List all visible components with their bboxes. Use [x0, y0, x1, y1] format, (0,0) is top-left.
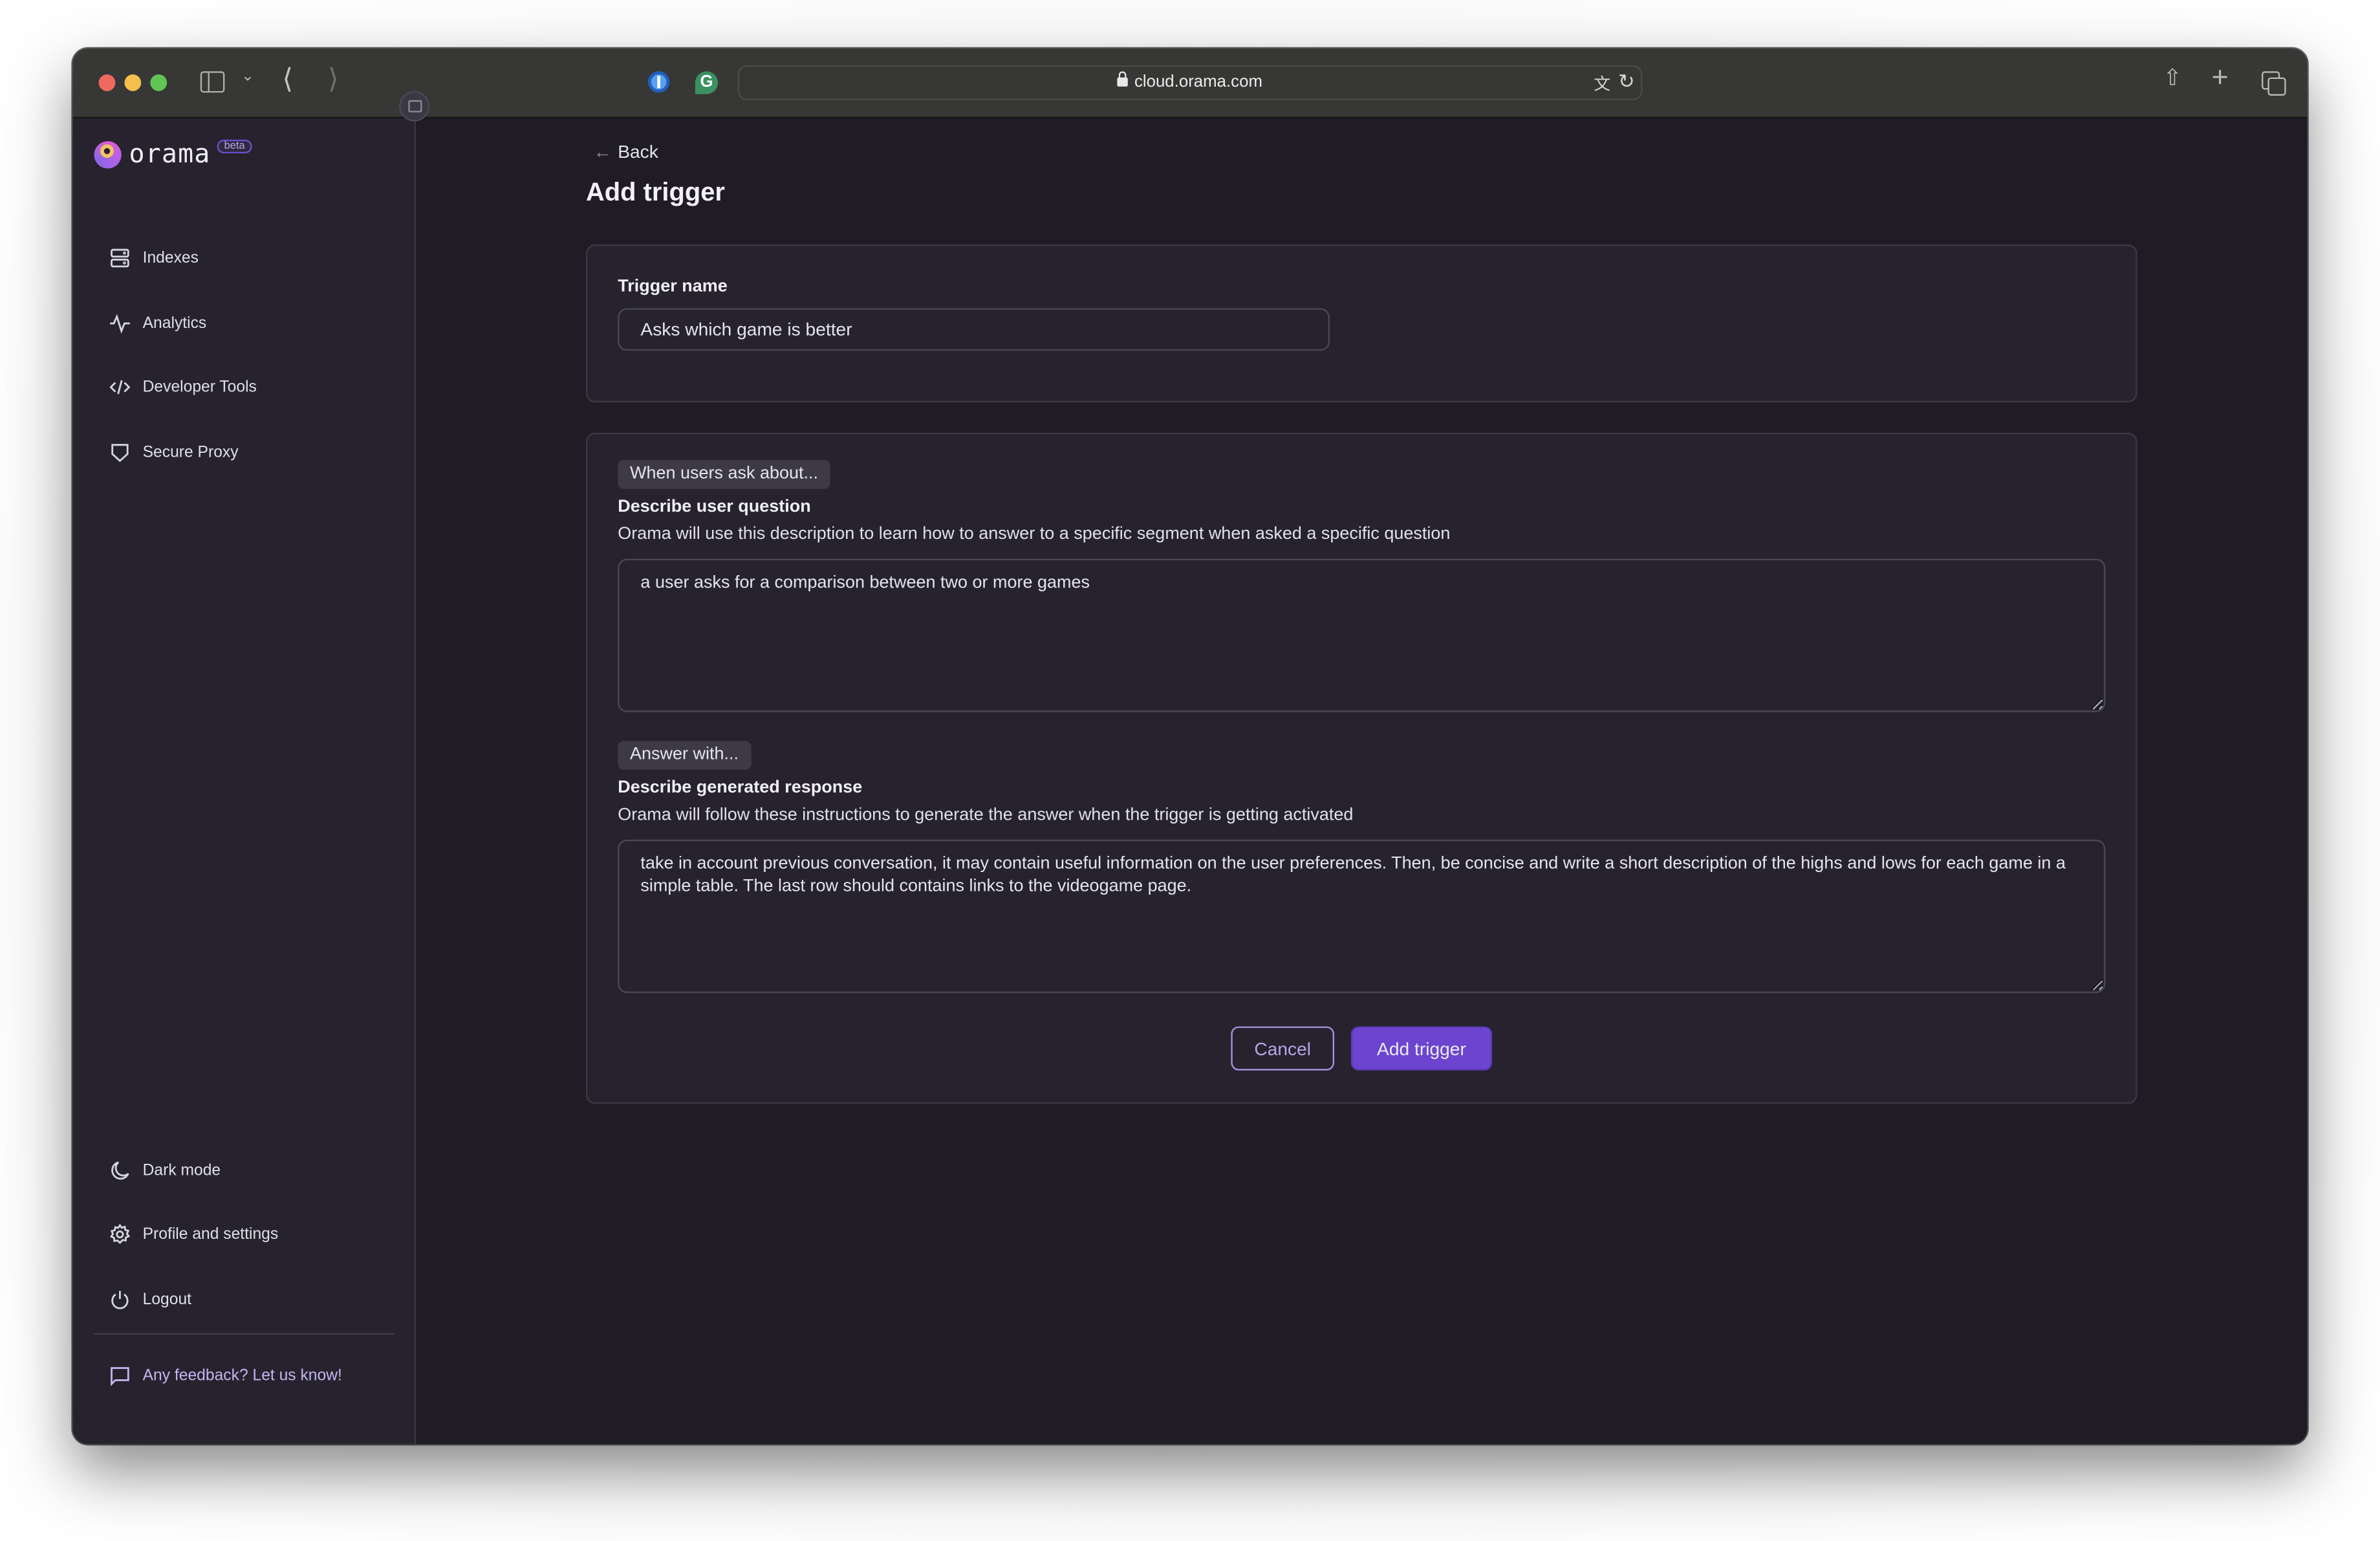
user-question-helper: Orama will use this description to learn…: [618, 525, 1451, 544]
generated-response-helper: Orama will follow these instructions to …: [618, 806, 1354, 825]
user-question-textarea[interactable]: a user asks for a comparison between two…: [618, 558, 2106, 712]
sidebar-item-logout[interactable]: Logout: [109, 1289, 191, 1311]
add-trigger-button[interactable]: Add trigger: [1350, 1026, 1493, 1071]
power-icon: [111, 1291, 129, 1309]
sidebar-item-secure-proxy[interactable]: Secure Proxy: [109, 442, 239, 463]
tabs-overview-icon[interactable]: [2262, 71, 2286, 96]
activity-icon: [110, 314, 130, 334]
orama-logo[interactable]: orama beta: [94, 138, 253, 170]
share-icon[interactable]: ⇧: [2163, 67, 2182, 89]
sidebar-item-indexes[interactable]: Indexes: [109, 248, 199, 269]
question-section-chip: When users ask about...: [618, 460, 830, 489]
shield-icon: [111, 444, 129, 463]
sidebar-item-label: Logout: [142, 1290, 192, 1309]
moon-icon: [111, 1161, 129, 1180]
sidebar-item-analytics[interactable]: Analytics: [109, 312, 206, 334]
sidebar-item-label: Dark mode: [142, 1161, 221, 1180]
plus-icon[interactable]: +: [2212, 64, 2229, 93]
translate-icon[interactable]: 文: [1594, 71, 1610, 96]
lock-icon: [1118, 71, 1129, 87]
sidebar-item-dark-mode[interactable]: Dark mode: [109, 1160, 221, 1181]
sidebar-divider: [94, 1333, 395, 1335]
chevron-right-icon[interactable]: ⟩: [328, 65, 339, 93]
minimize-window-button[interactable]: [124, 74, 142, 91]
cancel-button[interactable]: Cancel: [1231, 1026, 1335, 1071]
chevron-down-icon[interactable]: ⌄: [241, 69, 254, 85]
sidebar: orama beta Indexes Analytics Developer T…: [72, 118, 416, 1444]
collapse-sidebar-button[interactable]: [399, 91, 430, 122]
back-link[interactable]: ← Back: [594, 141, 658, 162]
back-label: Back: [618, 141, 658, 163]
sidebar-item-developer-tools[interactable]: Developer Tools: [109, 377, 257, 398]
message-icon: [111, 1367, 129, 1386]
trigger-config-card: When users ask about... Describe user qu…: [585, 432, 2137, 1104]
page-title: Add trigger: [585, 177, 725, 207]
sidebar-item-profile-settings[interactable]: Profile and settings: [109, 1223, 279, 1245]
sidebar-item-label: Profile and settings: [142, 1225, 279, 1244]
reload-icon[interactable]: ↻: [1618, 70, 1635, 94]
sidebar-item-label: Developer Tools: [142, 378, 257, 397]
grammarly-icon[interactable]: G: [695, 71, 719, 94]
sidebar-item-label: Secure Proxy: [142, 443, 239, 462]
generated-response-label: Describe generated response: [618, 779, 863, 798]
server-icon: [111, 248, 129, 268]
trigger-name-label: Trigger name: [618, 278, 728, 296]
code-icon: [109, 380, 131, 395]
feedback-link[interactable]: Any feedback? Let us know!: [109, 1365, 342, 1386]
url-text: cloud.orama.com: [1134, 72, 1262, 91]
trigger-name-card: Trigger name: [585, 244, 2137, 402]
sidebar-icon[interactable]: [200, 71, 225, 93]
chevron-left-icon[interactable]: ⟨: [283, 65, 294, 93]
browser-window: ⌄ ⟨ ⟩ G cloud.orama.com 文 ↻ ⇧ + orama be…: [72, 49, 2308, 1444]
gear-icon: [109, 1223, 131, 1244]
beta-badge: beta: [216, 138, 253, 153]
response-section-chip: Answer with...: [618, 741, 751, 770]
orama-logo-icon: [94, 141, 122, 169]
feedback-label: Any feedback? Let us know!: [142, 1366, 342, 1385]
sidebar-item-label: Indexes: [142, 248, 199, 268]
user-question-label: Describe user question: [618, 497, 811, 516]
close-window-button[interactable]: [98, 74, 116, 91]
arrow-left-icon: ←: [593, 141, 612, 163]
main-content: ← Back Add trigger Trigger name When use…: [416, 118, 2308, 1444]
address-bar[interactable]: cloud.orama.com 文 ↻: [737, 65, 1643, 100]
desktop: ⌄ ⟨ ⟩ G cloud.orama.com 文 ↻ ⇧ + orama be…: [0, 0, 2380, 1541]
maximize-window-button[interactable]: [150, 74, 168, 91]
logo-text: orama: [129, 139, 211, 170]
generated-response-textarea[interactable]: take in account previous conversation, i…: [618, 839, 2106, 993]
sidebar-item-label: Analytics: [142, 314, 207, 333]
trigger-name-input[interactable]: [618, 308, 1330, 351]
1password-icon[interactable]: [648, 71, 670, 93]
